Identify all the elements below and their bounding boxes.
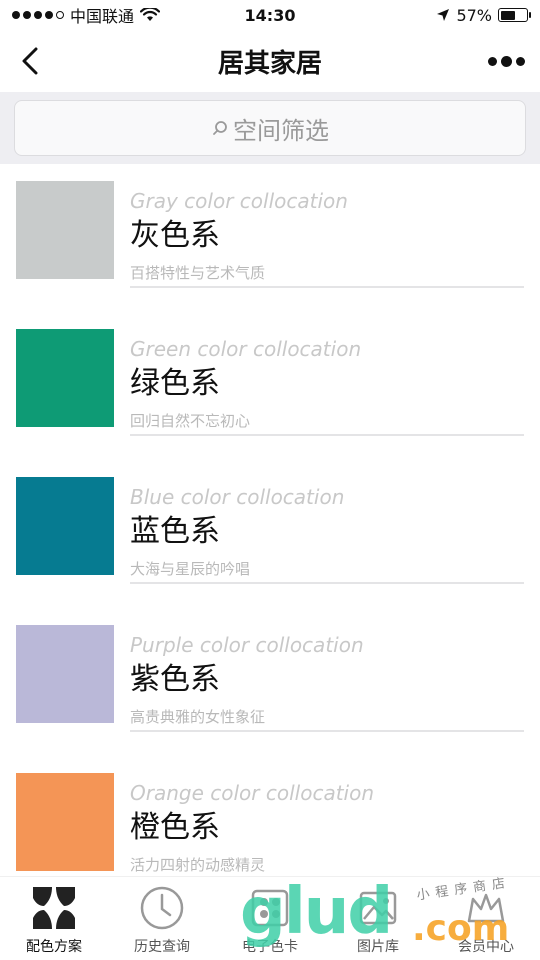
tab-label: 配色方案 xyxy=(26,939,82,955)
more-dot xyxy=(515,56,525,66)
color-swatch xyxy=(16,181,114,279)
item-title: 绿色系 xyxy=(130,366,220,401)
item-title: 灰色系 xyxy=(130,218,220,253)
color-swatch xyxy=(16,329,114,427)
tab-bar: 配色方案 历史查询 电子色卡 图片库 会员中心 xyxy=(0,876,540,960)
tab-label: 历史查询 xyxy=(134,939,190,955)
more-dot xyxy=(500,55,512,67)
item-english-title: Gray color collocation xyxy=(130,189,348,213)
tab-label: 电子色卡 xyxy=(242,939,298,955)
color-swatch xyxy=(16,773,114,871)
color-swatch xyxy=(16,625,114,723)
nav-bar: 居其家居 xyxy=(0,30,540,92)
item-texts: Gray color collocation 灰色系 百搭特性与艺术气质 xyxy=(130,188,524,288)
back-button[interactable] xyxy=(12,43,48,79)
search-placeholder: 空间筛选 xyxy=(233,116,329,145)
clock-icon xyxy=(138,884,186,932)
more-options-button[interactable] xyxy=(484,43,528,79)
tab-member-center[interactable]: 会员中心 xyxy=(432,877,540,960)
battery-icon xyxy=(498,8,531,22)
list-item[interactable]: Gray color collocation 灰色系 百搭特性与艺术气质 xyxy=(0,164,540,312)
tab-image-library[interactable]: 图片库 xyxy=(324,877,432,960)
item-texts: Orange color collocation 橙色系 活力四射的动感精灵 xyxy=(130,780,524,880)
item-title: 蓝色系 xyxy=(130,514,220,549)
item-subtitle: 活力四射的动感精灵 xyxy=(130,856,266,874)
image-library-icon xyxy=(354,884,402,932)
wifi-icon xyxy=(140,8,161,21)
tab-color-schemes[interactable]: 配色方案 xyxy=(0,877,108,960)
color-card-icon xyxy=(246,884,294,932)
status-right: 57% xyxy=(436,5,531,25)
signal-strength-icon xyxy=(12,11,64,19)
chevron-left-icon xyxy=(22,47,38,75)
status-left: 中国联通 xyxy=(12,3,161,27)
search-input[interactable]: 空间筛选 xyxy=(14,100,526,156)
item-title: 紫色系 xyxy=(130,662,220,697)
item-title: 橙色系 xyxy=(130,810,220,845)
status-bar: 中国联通 14:30 57% xyxy=(0,0,540,30)
item-texts: Purple color collocation 紫色系 高贵典雅的女性象征 xyxy=(130,632,524,732)
tab-color-card[interactable]: 电子色卡 xyxy=(216,877,324,960)
list-item[interactable]: Purple color collocation 紫色系 高贵典雅的女性象征 xyxy=(0,608,540,756)
item-english-title: Blue color collocation xyxy=(130,485,345,509)
color-swatch xyxy=(16,477,114,575)
item-subtitle: 大海与星辰的吟唱 xyxy=(130,560,251,578)
item-subtitle: 回归自然不忘初心 xyxy=(130,412,251,430)
page-title: 居其家居 xyxy=(217,48,322,79)
tab-history[interactable]: 历史查询 xyxy=(108,877,216,960)
tab-label: 会员中心 xyxy=(458,939,514,955)
tab-label: 图片库 xyxy=(357,939,399,955)
item-english-title: Orange color collocation xyxy=(130,781,375,805)
list-item[interactable]: Green color collocation 绿色系 回归自然不忘初心 xyxy=(0,312,540,460)
item-subtitle: 高贵典雅的女性象征 xyxy=(130,708,266,726)
item-texts: Green color collocation 绿色系 回归自然不忘初心 xyxy=(130,336,524,436)
member-icon xyxy=(462,884,510,932)
location-arrow-icon xyxy=(437,9,450,21)
palette-icon xyxy=(30,884,78,932)
item-texts: Blue color collocation 蓝色系 大海与星辰的吟唱 xyxy=(130,484,524,584)
search-area: 空间筛选 xyxy=(0,92,540,164)
battery-level xyxy=(500,10,515,20)
item-english-title: Purple color collocation xyxy=(130,633,364,657)
item-english-title: Green color collocation xyxy=(130,337,362,361)
more-dot xyxy=(487,56,497,66)
carrier-name: 中国联通 xyxy=(70,7,135,26)
color-scheme-list: Gray color collocation 灰色系 百搭特性与艺术气质 Gre… xyxy=(0,164,540,904)
battery-percent: 57% xyxy=(456,5,492,25)
item-subtitle: 百搭特性与艺术气质 xyxy=(130,264,266,282)
list-item[interactable]: Blue color collocation 蓝色系 大海与星辰的吟唱 xyxy=(0,460,540,608)
search-icon xyxy=(211,119,229,137)
